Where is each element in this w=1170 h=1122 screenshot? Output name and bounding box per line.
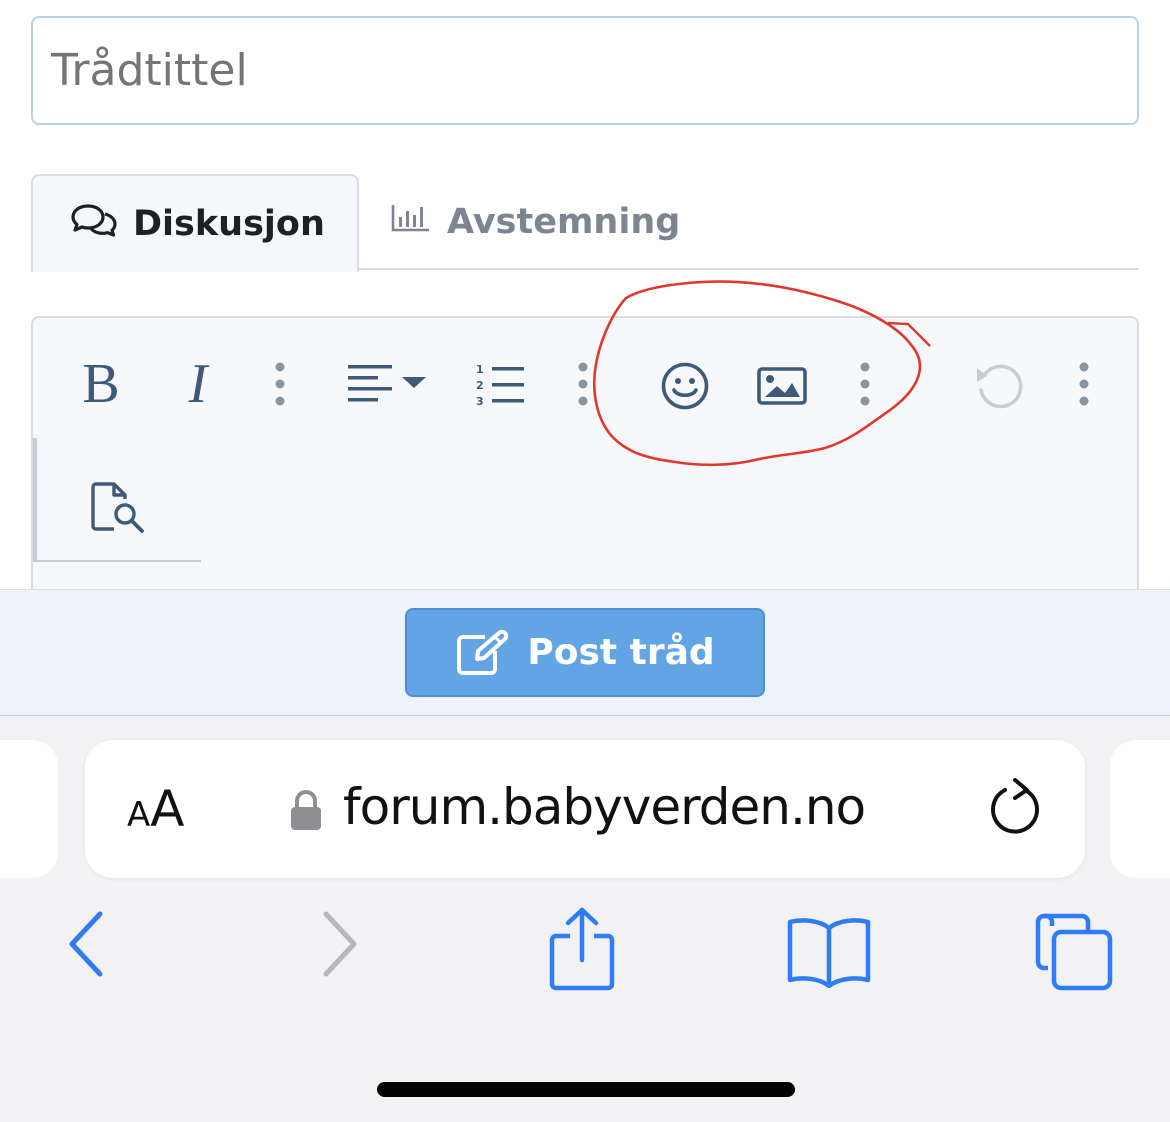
- thread-title-input[interactable]: [31, 16, 1139, 125]
- smiley-icon: [661, 362, 709, 410]
- more-rich-options-button[interactable]: [855, 354, 875, 414]
- vertical-dots-icon: [275, 362, 285, 406]
- more-paragraph-options-button[interactable]: [573, 354, 593, 414]
- align-left-icon: [348, 365, 426, 402]
- editor-toolbar-divider: [37, 560, 201, 562]
- text-size-small-glyph: A: [127, 795, 151, 835]
- open-book-icon: [787, 918, 871, 989]
- bar-chart-icon: [391, 202, 431, 242]
- reload-icon[interactable]: [985, 778, 1047, 845]
- post-thread-label: Post tråd: [527, 632, 715, 673]
- svg-text:2: 2: [476, 379, 484, 392]
- bold-button[interactable]: B: [78, 353, 124, 415]
- emoji-button[interactable]: [657, 358, 713, 414]
- browser-chrome: AA forum.babyverden.no: [0, 716, 1170, 1122]
- address-bar[interactable]: AA forum.babyverden.no: [85, 740, 1085, 878]
- previous-tab-card[interactable]: [0, 740, 58, 878]
- preview-button[interactable]: [89, 478, 147, 536]
- editor-resize-edge: [33, 438, 37, 562]
- rich-text-editor: B I 1 2 3: [31, 316, 1139, 616]
- undo-button[interactable]: [971, 358, 1027, 414]
- align-dropdown-button[interactable]: [346, 358, 430, 412]
- vertical-dots-icon: [1079, 362, 1089, 406]
- url-text[interactable]: forum.babyverden.no: [343, 778, 866, 836]
- tab-discussion-label: Diskusjon: [133, 204, 325, 244]
- lock-icon: [289, 788, 323, 837]
- chevron-right-icon: [323, 911, 357, 977]
- next-tab-card[interactable]: [1110, 740, 1170, 878]
- italic-glyph: I: [188, 353, 208, 415]
- post-type-tabs: Diskusjon Avstemning: [31, 174, 1139, 272]
- image-icon: [757, 367, 807, 405]
- text-size-button[interactable]: AA: [127, 780, 184, 838]
- tab-discussion[interactable]: Diskusjon: [31, 174, 359, 272]
- more-misc-options-button[interactable]: [1074, 354, 1094, 414]
- document-search-icon: [91, 482, 144, 533]
- share-icon: [549, 907, 615, 991]
- forward-button[interactable]: [318, 906, 362, 987]
- edit-icon: [457, 629, 509, 675]
- ordered-list-button[interactable]: 1 2 3: [473, 358, 527, 412]
- share-button[interactable]: [548, 906, 616, 997]
- svg-text:1: 1: [476, 363, 484, 376]
- tab-poll-label: Avstemning: [447, 202, 681, 242]
- more-text-options-button[interactable]: [270, 354, 290, 414]
- tabs-button[interactable]: [1034, 912, 1114, 997]
- post-actions-bar: Post tråd: [0, 589, 1170, 716]
- insert-image-button[interactable]: [753, 362, 811, 410]
- vertical-dots-icon: [860, 362, 870, 406]
- home-indicator: [377, 1082, 795, 1097]
- italic-button[interactable]: I: [175, 353, 221, 415]
- text-size-big-glyph: A: [150, 780, 185, 838]
- back-button[interactable]: [64, 906, 108, 987]
- tabs-overview-icon: [1035, 913, 1113, 991]
- undo-icon: [977, 364, 1023, 409]
- bookmarks-button[interactable]: [786, 916, 872, 993]
- comments-icon: [71, 203, 117, 246]
- svg-text:3: 3: [476, 395, 484, 408]
- chevron-left-icon: [69, 911, 103, 977]
- bold-glyph: B: [82, 353, 120, 415]
- vertical-dots-icon: [578, 362, 588, 406]
- ordered-list-icon: 1 2 3: [476, 363, 524, 408]
- page: Diskusjon Avstemning B I: [0, 0, 1170, 1122]
- tab-poll[interactable]: Avstemning: [387, 174, 680, 270]
- post-thread-button[interactable]: Post tråd: [405, 608, 765, 697]
